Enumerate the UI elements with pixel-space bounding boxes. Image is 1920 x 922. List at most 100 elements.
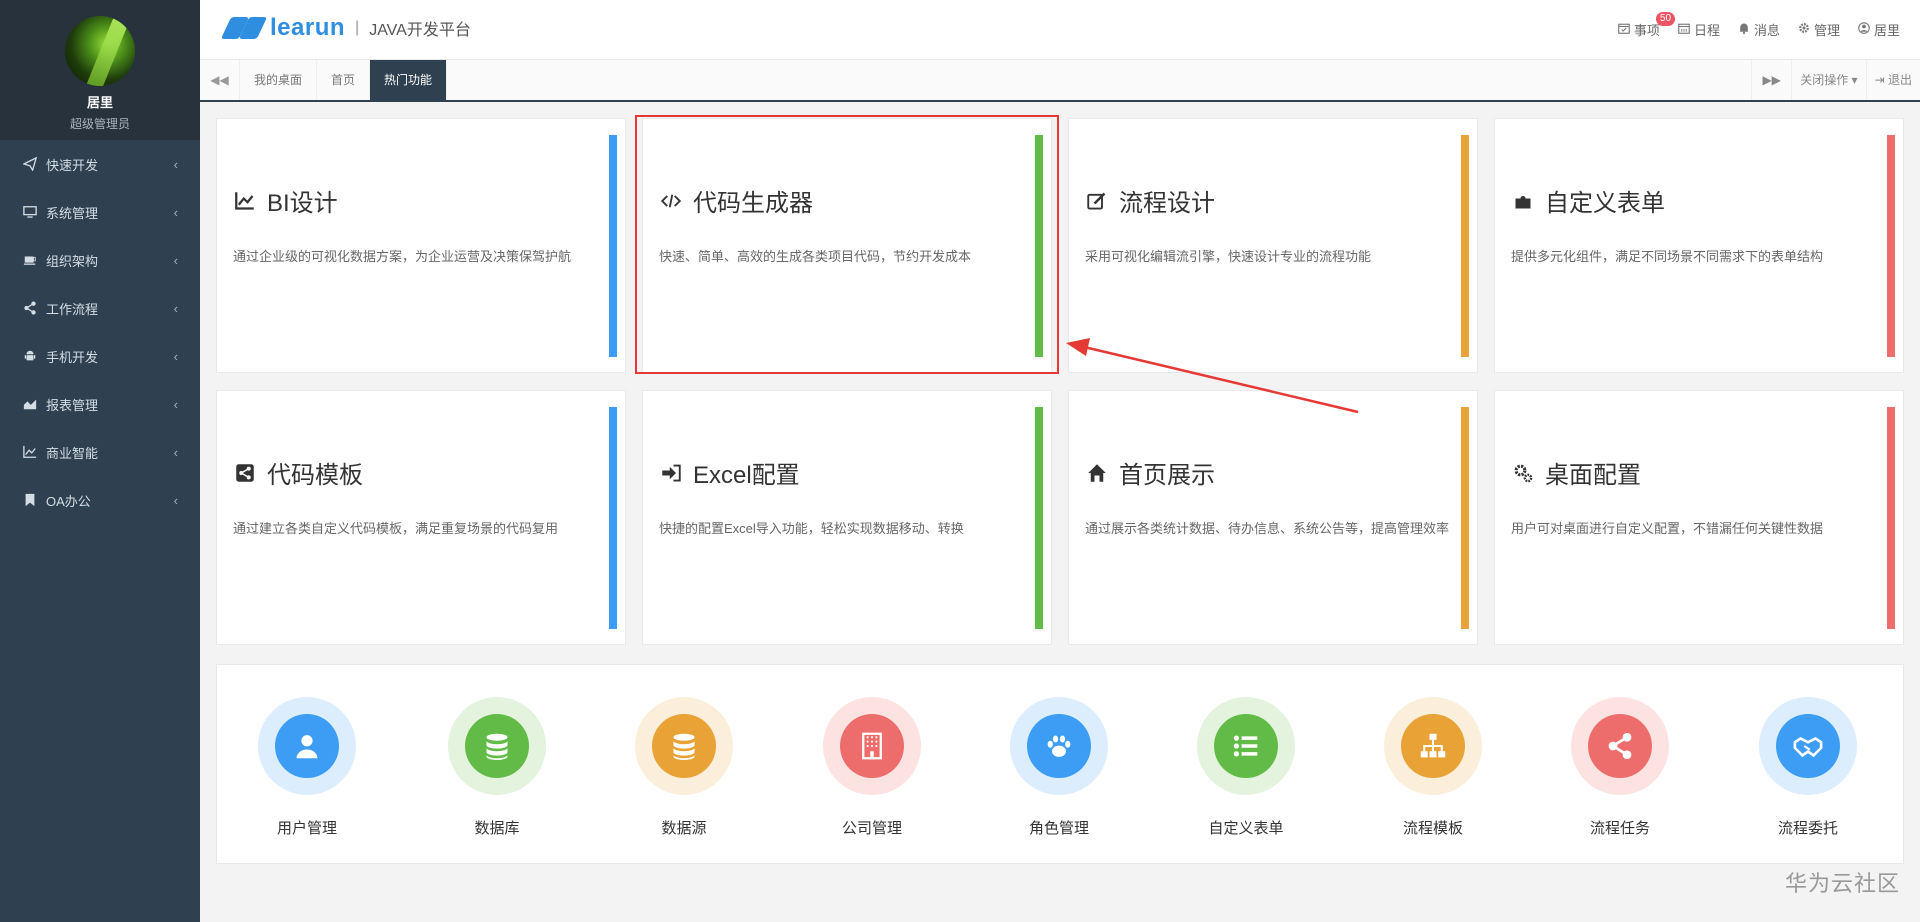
- menu-user[interactable]: 居里: [1858, 20, 1900, 39]
- app-label: 流程委托: [1777, 820, 1838, 837]
- app-icon-ring: [1571, 697, 1669, 795]
- card-title-text: Excel配置: [693, 462, 800, 489]
- sidebar-item-quick-dev[interactable]: 快速开发 ‹: [0, 140, 200, 188]
- tab-scroll-forward-button[interactable]: ▶▶: [1751, 60, 1791, 100]
- card-title: Excel配置: [659, 455, 800, 490]
- sidebar-item-bi[interactable]: 商业智能 ‹: [0, 428, 200, 476]
- card-title: 首页展示: [1085, 455, 1215, 490]
- close-operations-dropdown[interactable]: 关闭操作 ▾: [1791, 60, 1865, 100]
- sidebar-item-label: 报表管理: [46, 397, 99, 413]
- bookmark-icon: [22, 492, 38, 508]
- chevron-left-icon: ‹: [173, 444, 178, 460]
- sidebar-item-label: 快速开发: [46, 157, 99, 173]
- share-icon: [22, 300, 38, 316]
- card-title-text: BI设计: [267, 190, 338, 217]
- card-accent-bar: [609, 407, 617, 629]
- sidebar-item-org[interactable]: 组织架构 ‹: [0, 236, 200, 284]
- card-title-text: 桌面配置: [1545, 462, 1641, 489]
- card-title: 自定义表单: [1511, 183, 1665, 218]
- tab-home[interactable]: 首页: [317, 60, 371, 100]
- menu-admin[interactable]: 管理: [1798, 20, 1840, 39]
- send-icon: [22, 156, 38, 172]
- highlight-box: [635, 115, 1059, 374]
- tab-hot-features[interactable]: 热门功能: [370, 60, 448, 100]
- handshake-icon: [1776, 714, 1840, 778]
- card-accent-bar: [1887, 135, 1895, 357]
- desktop-icon: [22, 204, 38, 220]
- app-label: 用户管理: [276, 820, 337, 837]
- menu-todo[interactable]: 事项 50: [1618, 12, 1676, 39]
- tab-scroll-back-button[interactable]: ◀◀: [200, 60, 240, 100]
- sidebar-nav: 快速开发 ‹ 系统管理 ‹ 组织架构 ‹ 工作流程 ‹ 手机开发 ‹ 报表管理 …: [0, 140, 200, 524]
- sidebar-item-label: 工作流程: [46, 301, 99, 317]
- sidebar-item-workflow[interactable]: 工作流程 ‹: [0, 284, 200, 332]
- menu-schedule[interactable]: 日程: [1678, 20, 1720, 39]
- app-icon-ring: [1010, 697, 1108, 795]
- feature-card[interactable]: 桌面配置 用户可对桌面进行自定义配置，不错漏任何关键性数据: [1494, 390, 1904, 645]
- app-label: 数据源: [661, 820, 707, 837]
- menu-todo-label: 事项: [1633, 23, 1660, 38]
- menu-messages-label: 消息: [1753, 23, 1780, 38]
- sign-in-icon: [659, 461, 683, 485]
- chevron-left-icon: ‹: [173, 204, 178, 220]
- menu-admin-label: 管理: [1813, 23, 1840, 38]
- learun-logo-icon: [220, 17, 268, 39]
- chevron-left-icon: ‹: [173, 492, 178, 508]
- app-icon-ring: [448, 697, 546, 795]
- sidebar-item-mobile[interactable]: 手机开发 ‹: [0, 332, 200, 380]
- app-label: 数据库: [474, 820, 520, 837]
- sidebar-item-label: 组织架构: [46, 253, 99, 269]
- puzzle-icon: [1511, 189, 1535, 213]
- sidebar-item-system[interactable]: 系统管理 ‹: [0, 188, 200, 236]
- logout-button[interactable]: ⇥ 退出: [1865, 60, 1920, 100]
- card-title: 桌面配置: [1511, 455, 1641, 490]
- card-title: BI设计: [233, 183, 338, 218]
- menu-schedule-label: 日程: [1693, 23, 1720, 38]
- card-accent-bar: [1461, 135, 1469, 357]
- card-title-text: 代码模板: [267, 462, 363, 489]
- card-description: 快捷的配置Excel导入功能，轻松实现数据移动、转换: [659, 521, 964, 536]
- logo[interactable]: learun | JAVA开发平台: [220, 14, 471, 42]
- forward-icon: ▶▶: [1762, 73, 1781, 87]
- feature-card[interactable]: 首页展示 通过展示各类统计数据、待办信息、系统公告等，提高管理效率: [1068, 390, 1478, 645]
- app-icon-ring: [258, 697, 356, 795]
- user-name: 居里: [86, 95, 113, 110]
- app-shortcut[interactable]: 流程任务: [1560, 697, 1680, 838]
- card-accent-bar: [609, 135, 617, 357]
- card-title: 代码模板: [233, 455, 363, 490]
- app-shortcut[interactable]: 流程委托: [1748, 697, 1868, 838]
- feature-card[interactable]: 代码模板通过建立各类自定义代码模板，满足重复场景的代码复用: [216, 390, 626, 645]
- sidebar-item-oa[interactable]: OA办公 ‹: [0, 476, 200, 524]
- card-description: 通过建立各类自定义代码模板，满足重复场景的代码复用: [233, 521, 559, 536]
- home-icon: [1085, 461, 1109, 485]
- tab-my-desktop[interactable]: 我的桌面: [240, 60, 318, 100]
- feature-card[interactable]: 流程设计 采用可视化编辑流引擎，快速设计专业的流程功能: [1068, 118, 1478, 373]
- app-shortcut[interactable]: 流程模板: [1373, 697, 1493, 838]
- brand-subtitle: JAVA开发平台: [369, 22, 471, 39]
- edit-icon: [1085, 189, 1109, 213]
- brand-separator: |: [355, 19, 360, 36]
- avatar[interactable]: [65, 16, 135, 86]
- card-accent-bar: [1461, 407, 1469, 629]
- menu-messages[interactable]: 消息: [1738, 20, 1780, 39]
- app-shortcut[interactable]: 公司管理: [812, 697, 932, 838]
- app-shortcut[interactable]: 自定义表单: [1186, 697, 1306, 838]
- feature-card[interactable]: BI设计 通过企业级的可视化数据方案，为企业运营及决策保驾护航: [216, 118, 626, 373]
- sidebar-item-label: 手机开发: [46, 349, 99, 365]
- tab-actions: ▶▶ 关闭操作 ▾ ⇥ 退出: [1751, 60, 1920, 100]
- sidebar-item-label: OA办公: [46, 493, 91, 509]
- sidebar-item-label: 商业智能: [46, 445, 99, 461]
- line-chart-icon: [22, 444, 38, 460]
- app-label: 自定义表单: [1208, 820, 1284, 837]
- sidebar-item-reports[interactable]: 报表管理 ‹: [0, 380, 200, 428]
- feature-card[interactable]: Excel配置快捷的配置Excel导入功能，轻松实现数据移动、转换: [642, 390, 1052, 645]
- app-shortcut[interactable]: 数据源: [624, 697, 744, 838]
- chevron-left-icon: ‹: [173, 396, 178, 412]
- app-label: 流程任务: [1589, 820, 1650, 837]
- card-accent-bar: [1887, 407, 1895, 629]
- feature-card[interactable]: 自定义表单 提供多元化组件，满足不同场景不同需求下的表单结构: [1494, 118, 1904, 373]
- sign-out-icon: ⇥: [1874, 73, 1885, 87]
- app-shortcut[interactable]: 角色管理: [999, 697, 1119, 838]
- app-shortcut[interactable]: 用户管理: [247, 697, 367, 838]
- app-shortcut[interactable]: 数据库: [437, 697, 557, 838]
